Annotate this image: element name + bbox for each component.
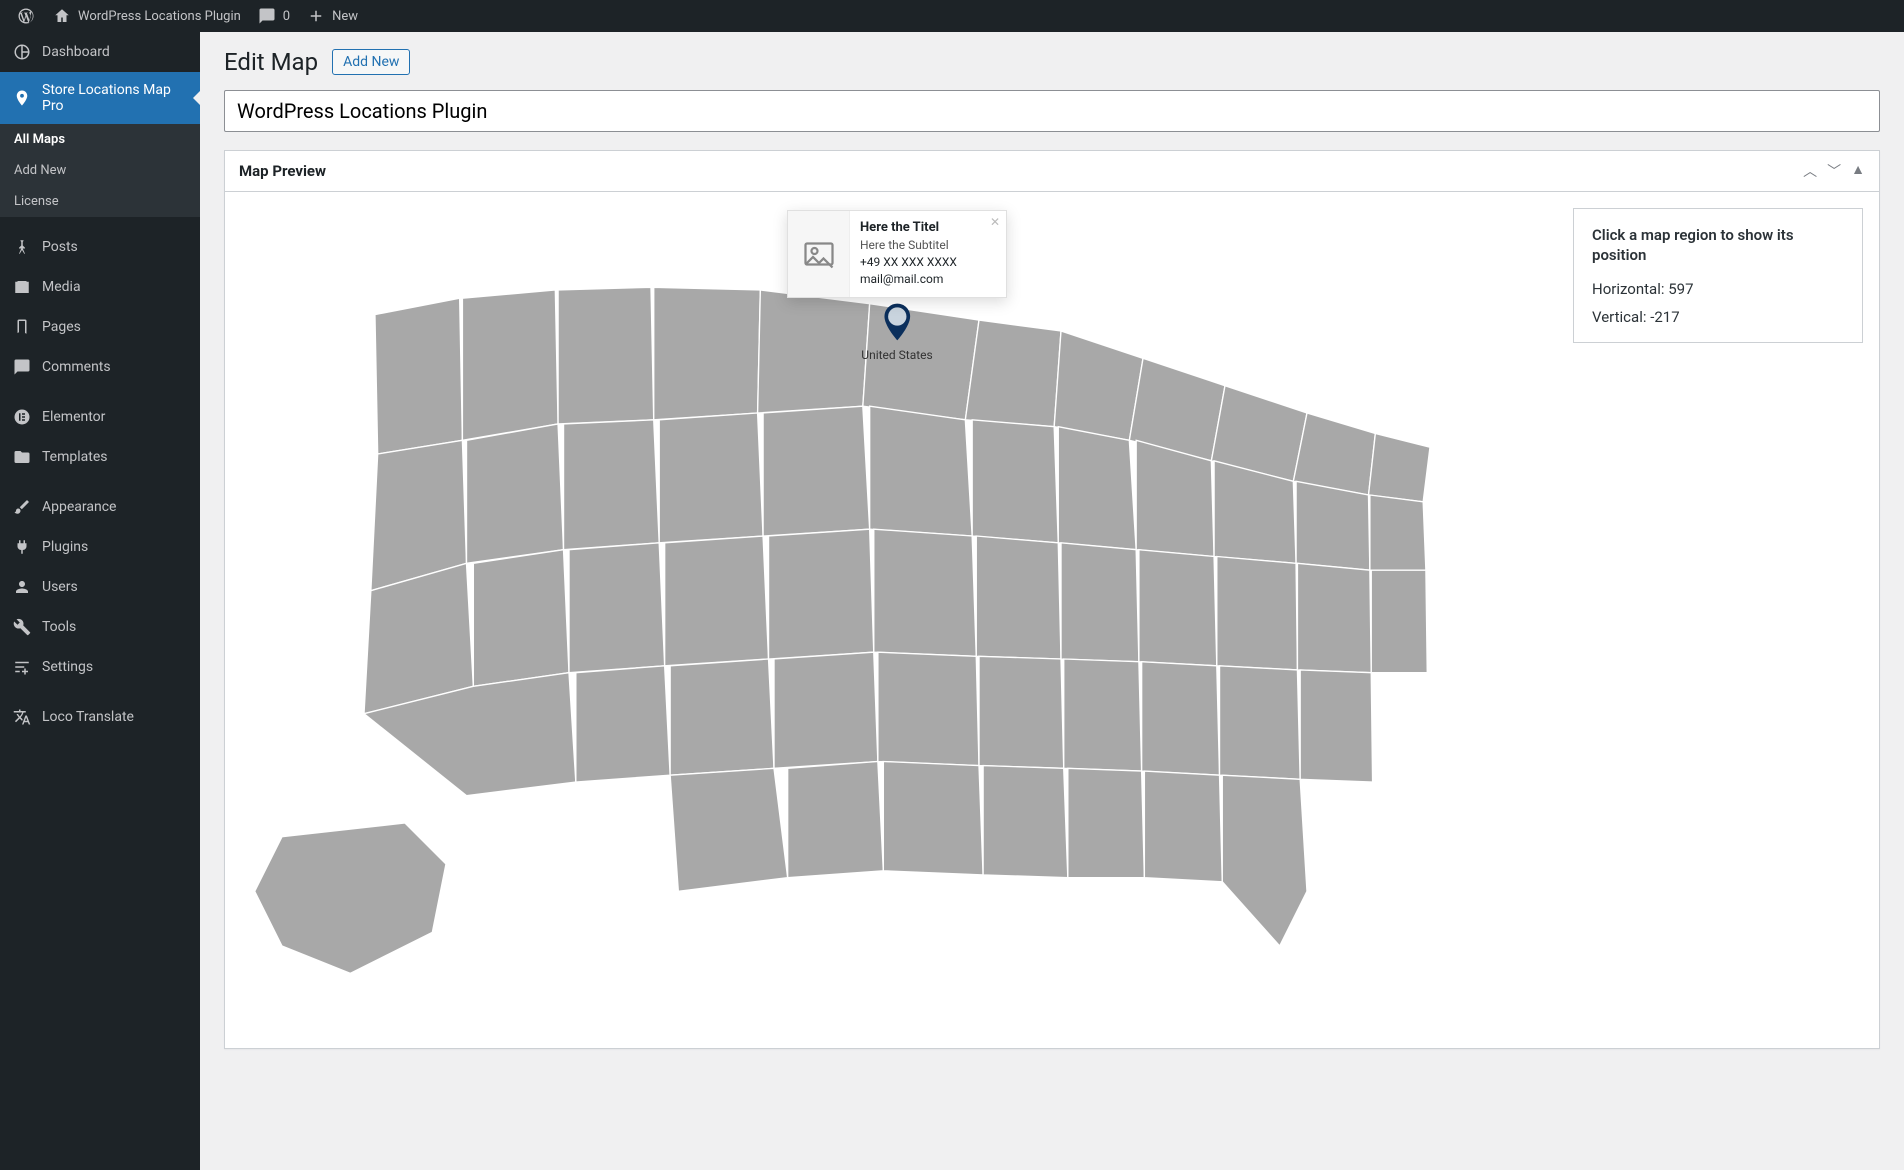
info-horizontal: Horizontal: 597 [1592,280,1844,298]
folder-icon [12,447,32,467]
plus-icon [306,6,326,26]
sidebar-label: Settings [42,659,93,675]
tooltip-title: Here the Titel [860,219,996,237]
tooltip-phone: +49 XX XXX XXXX [860,254,996,271]
sidebar-label: Media [42,279,81,295]
sidebar-label: Tools [42,619,76,635]
add-new-button[interactable]: Add New [332,49,410,75]
map-pin[interactable]: United States [861,300,932,362]
sidebar-item-tools[interactable]: Tools [0,607,200,647]
elementor-icon [12,407,32,427]
sidebar-label: Posts [42,239,78,255]
user-icon [12,577,32,597]
sidebar-label: Store Locations Map Pro [42,82,188,114]
location-icon [12,88,32,108]
info-hint: Click a map region to show its position [1592,225,1844,266]
admin-topbar: WordPress Locations Plugin 0 New [0,0,1904,32]
sidebar-item-pages[interactable]: Pages [0,307,200,347]
tooltip-image-placeholder [788,211,850,297]
sidebar-sub-all-maps[interactable]: All Maps [0,124,200,155]
sidebar-submenu: All Maps Add New License [0,124,200,217]
info-vertical: Vertical: -217 [1592,308,1844,326]
comments-count: 0 [283,9,290,24]
new-link[interactable]: New [298,0,366,32]
page-header: Edit Map Add New [224,48,1880,76]
home-icon [52,6,72,26]
sidebar-label: Comments [42,359,111,375]
new-label: New [332,9,358,24]
panel-move-up-icon[interactable]: ︿ [1803,161,1817,181]
plug-icon [12,537,32,557]
panel-toggle-icon[interactable]: ▲ [1851,161,1865,181]
sidebar-item-media[interactable]: Media [0,267,200,307]
media-icon [12,277,32,297]
comments-link[interactable]: 0 [249,0,298,32]
main-content: Edit Map Add New Map Preview ︿ ﹀ ▲ [200,32,1904,1170]
sidebar-sub-license[interactable]: License [0,186,200,217]
wordpress-icon [16,6,36,26]
tooltip-email: mail@mail.com [860,271,996,288]
brush-icon [12,497,32,517]
panel-move-down-icon[interactable]: ﹀ [1827,161,1841,181]
sidebar-item-elementor[interactable]: Elementor [0,397,200,437]
sidebar-label: Plugins [42,539,88,555]
position-info-box: Click a map region to show its position … [1573,208,1863,343]
sidebar-item-appearance[interactable]: Appearance [0,487,200,527]
sidebar-label: Pages [42,319,81,335]
tooltip-subtitle: Here the Subtitel [860,237,996,254]
sidebar-item-comments[interactable]: Comments [0,347,200,387]
wp-logo[interactable] [8,0,44,32]
map-title-input[interactable] [224,90,1880,132]
pin-icon [12,237,32,257]
sidebar-label: Loco Translate [42,709,134,725]
sidebar-item-templates[interactable]: Templates [0,437,200,477]
map-container: Here the Titel Here the Subtitel +49 XX … [241,208,1553,1032]
sidebar-label: Users [42,579,78,595]
panel-controls: ︿ ﹀ ▲ [1803,161,1865,181]
sidebar-item-dashboard[interactable]: Dashboard [0,32,200,72]
sidebar-item-settings[interactable]: Settings [0,647,200,687]
translate-icon [12,707,32,727]
sidebar-item-plugins[interactable]: Plugins [0,527,200,567]
sidebar-item-loco[interactable]: Loco Translate [0,697,200,737]
site-link[interactable]: WordPress Locations Plugin [44,0,249,32]
comment-icon [257,6,277,26]
sidebar-item-posts[interactable]: Posts [0,227,200,267]
admin-sidebar: Dashboard Store Locations Map Pro All Ma… [0,32,200,1170]
comment-icon [12,357,32,377]
page-title: Edit Map [224,48,318,76]
sidebar-label: Appearance [42,499,116,515]
sidebar-label: Templates [42,449,108,465]
sliders-icon [12,657,32,677]
map-preview-panel: Map Preview ︿ ﹀ ▲ Here the Titel [224,150,1880,1049]
sidebar-label: Dashboard [42,44,110,60]
sidebar-sub-add-new[interactable]: Add New [0,155,200,186]
sidebar-label: Elementor [42,409,105,425]
wrench-icon [12,617,32,637]
pin-label: United States [861,348,932,362]
dashboard-icon [12,42,32,62]
panel-title: Map Preview [239,162,326,180]
pages-icon [12,317,32,337]
site-name: WordPress Locations Plugin [78,9,241,24]
tooltip-close-icon[interactable]: ✕ [990,215,1000,229]
sidebar-item-users[interactable]: Users [0,567,200,607]
sidebar-item-store-locations[interactable]: Store Locations Map Pro [0,72,200,124]
location-tooltip: Here the Titel Here the Subtitel +49 XX … [787,210,1007,298]
panel-header: Map Preview ︿ ﹀ ▲ [225,151,1879,192]
